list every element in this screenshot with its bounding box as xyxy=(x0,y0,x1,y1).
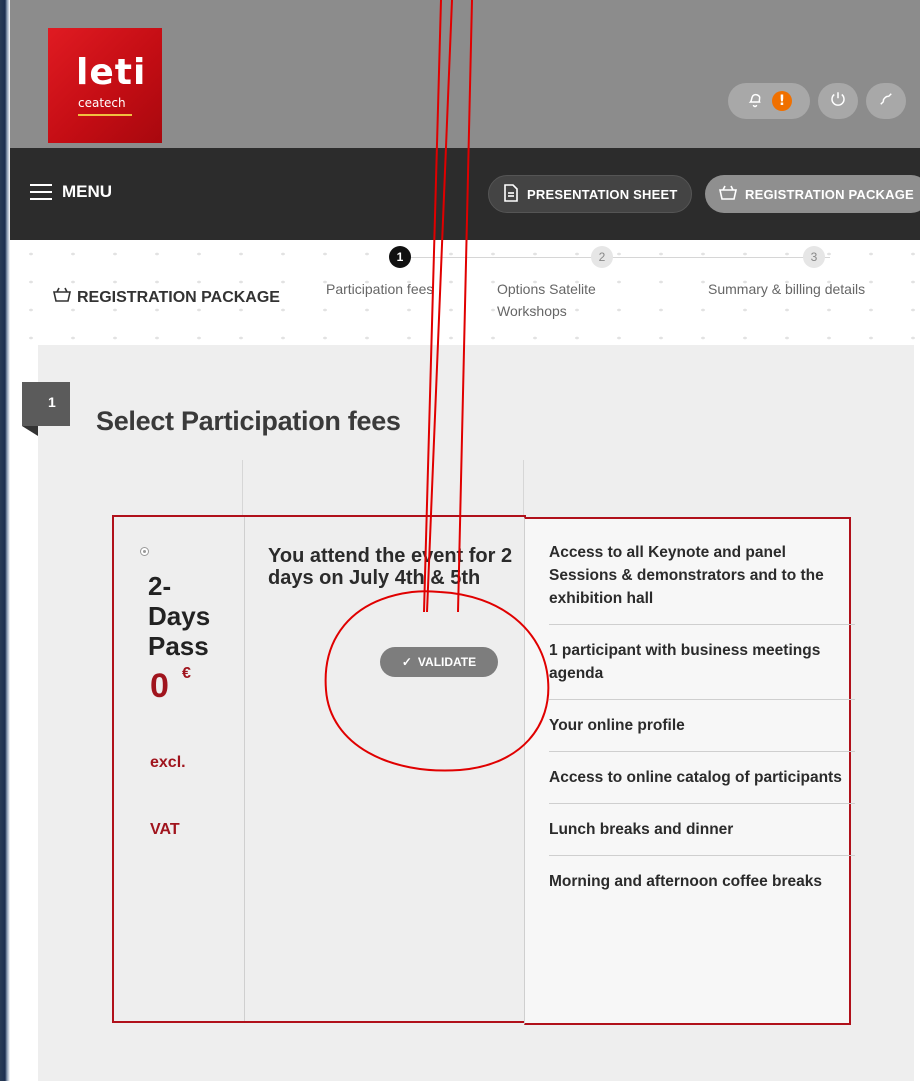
validate-button[interactable]: ✓ VALIDATE xyxy=(380,647,498,677)
menu-button[interactable]: MENU xyxy=(30,182,112,202)
feature-item: 1 participant with business meetings age… xyxy=(549,639,855,700)
presentation-sheet-label: PRESENTATION SHEET xyxy=(527,186,678,202)
section-title: Select Participation fees xyxy=(96,406,401,436)
presentation-sheet-button[interactable]: PRESENTATION SHEET xyxy=(488,175,693,213)
step-2-circle[interactable]: 2 xyxy=(591,246,613,268)
menu-label: MENU xyxy=(62,182,113,201)
power-icon xyxy=(829,90,847,113)
feature-item: Your online profile xyxy=(549,714,855,752)
step-1-label[interactable]: Participation fees xyxy=(326,278,433,300)
registration-package-button[interactable]: REGISTRATION PACKAGE xyxy=(705,175,920,213)
package-name-line: Pass xyxy=(148,631,209,661)
package-name: 2- Days Pass xyxy=(148,571,238,661)
logo-subtext: ceatech xyxy=(78,96,126,110)
logo-underline xyxy=(78,114,132,116)
registration-stepper: REGISTRATION PACKAGE 1 Participation fee… xyxy=(10,240,920,345)
package-card[interactable]: 2- Days Pass 0 € excl. VAT You attend th… xyxy=(112,515,526,1023)
step-2-label[interactable]: Options Satelite Workshops xyxy=(497,278,647,322)
package-name-line: Days xyxy=(148,601,211,631)
stepper-title-label: REGISTRATION PACKAGE xyxy=(77,288,280,306)
check-icon: ✓ xyxy=(401,655,412,669)
package-radio[interactable] xyxy=(140,547,149,556)
alert-icon: ! xyxy=(772,91,792,111)
feature-item: Morning and afternoon coffee breaks xyxy=(549,873,823,890)
column-divider xyxy=(242,460,243,520)
package-description: You attend the event for 2 days on July … xyxy=(268,545,513,589)
registration-package-label: REGISTRATION PACKAGE xyxy=(745,186,914,202)
vat-label-vat: VAT xyxy=(150,821,180,838)
column-divider xyxy=(523,460,524,520)
stepper-title: REGISTRATION PACKAGE xyxy=(53,287,280,308)
section-badge-fold xyxy=(22,426,38,436)
feature-item: Access to all Keynote and panel Sessions… xyxy=(549,541,855,625)
top-header: leti ceatech ! xyxy=(10,0,920,148)
phone-button[interactable] xyxy=(866,83,906,119)
package-features: Access to all Keynote and panel Sessions… xyxy=(524,517,855,1025)
step-1-circle[interactable]: 1 xyxy=(389,246,411,268)
package-price: 0 xyxy=(150,667,169,705)
hamburger-icon xyxy=(30,184,52,200)
package-currency: € xyxy=(182,665,191,682)
power-button[interactable] xyxy=(818,83,858,119)
feature-item: Lunch breaks and dinner xyxy=(549,818,855,856)
document-icon xyxy=(503,183,519,205)
logo-text: leti xyxy=(76,52,147,93)
stepper-line xyxy=(400,257,830,258)
step-3-label[interactable]: Summary & billing details xyxy=(708,278,865,300)
vat-label-excl: excl. xyxy=(150,754,186,771)
leti-logo[interactable]: leti ceatech xyxy=(48,28,162,143)
header-actions: ! xyxy=(728,83,906,119)
package-name-line: 2- xyxy=(148,571,172,601)
notifications-button[interactable]: ! xyxy=(728,83,810,119)
step-3-circle[interactable]: 3 xyxy=(803,246,825,268)
section-number-badge: 1 xyxy=(22,382,70,426)
basket-icon xyxy=(53,287,71,308)
basket-icon xyxy=(719,185,737,204)
main-nav-bar: MENU PRESENTATION SHEET REGISTRATION PAC… xyxy=(10,148,920,240)
feature-item: Access to online catalog of participants xyxy=(549,766,855,804)
bell-icon xyxy=(746,90,764,113)
window-left-edge xyxy=(0,0,10,1081)
validate-label: VALIDATE xyxy=(417,655,477,669)
card-divider xyxy=(244,517,245,1021)
phone-icon xyxy=(877,90,895,113)
